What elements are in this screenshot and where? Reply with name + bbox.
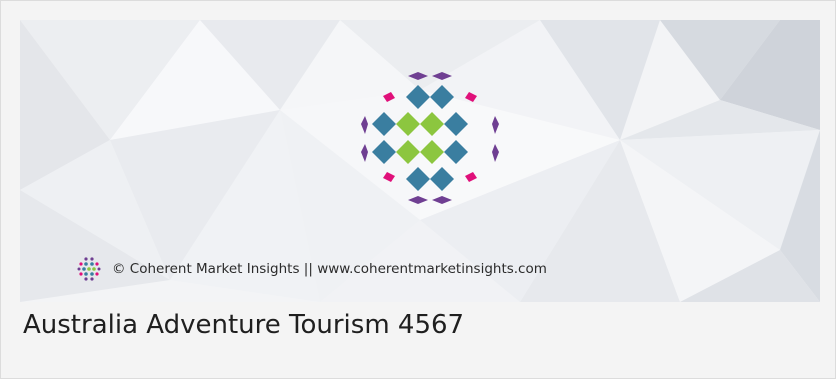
credit-text: © Coherent Market Insights || www.cohere…	[112, 261, 547, 277]
copyright-credit: © Coherent Market Insights || www.cohere…	[76, 256, 547, 282]
card-title[interactable]: Australia Adventure Tourism 4567	[23, 310, 464, 340]
banner-image: © Coherent Market Insights || www.cohere…	[20, 20, 820, 302]
content-card[interactable]: © Coherent Market Insights || www.cohere…	[0, 0, 836, 379]
logo-icon	[361, 72, 499, 204]
brand-mini-logo-icon	[77, 257, 101, 281]
